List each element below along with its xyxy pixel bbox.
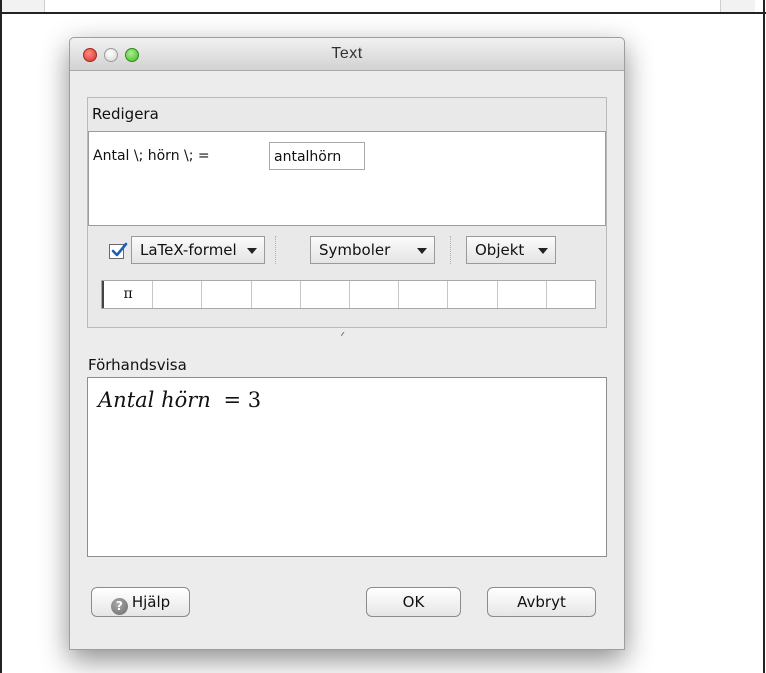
latex-formula-dropdown[interactable]: LaTeX-formel	[131, 236, 265, 264]
latex-formula-dropdown-label: LaTeX-formel	[140, 241, 237, 259]
preview-equals-value: = 3	[223, 388, 262, 412]
symbol-cell[interactable]: π	[102, 281, 154, 308]
symbol-cell[interactable]	[301, 281, 351, 308]
ok-button[interactable]: OK	[366, 587, 461, 617]
background-window-strip	[0, 0, 766, 14]
background-control-left	[0, 0, 45, 12]
checkmark-icon	[111, 242, 128, 257]
frame-line-left	[0, 0, 2, 673]
frame-line-right	[763, 0, 765, 673]
preview-rendered-formula: Antal hörn = 3	[98, 388, 261, 412]
edit-panel: Redigera Antal \; hörn \; = antalhörn La…	[87, 97, 607, 328]
symbol-cell[interactable]	[202, 281, 252, 308]
symbols-dropdown[interactable]: Symboler	[310, 236, 435, 264]
latex-checkbox[interactable]	[109, 242, 128, 259]
ok-button-label: OK	[402, 593, 425, 611]
edit-content-text: Antal \; hörn \; =	[93, 148, 210, 164]
split-pane-handle-icon[interactable]	[341, 332, 346, 337]
text-dialog: Text Redigera Antal \; hörn \; = antalhö…	[69, 37, 625, 650]
symbol-cell[interactable]	[252, 281, 301, 308]
chevron-down-icon	[247, 248, 257, 254]
edit-section-label: Redigera	[92, 105, 159, 123]
symbol-cell[interactable]	[350, 281, 400, 308]
toolbar-separator	[450, 236, 451, 264]
symbol-cell[interactable]	[153, 281, 203, 308]
embedded-object-box[interactable]: antalhörn	[269, 142, 365, 170]
dialog-title: Text	[331, 45, 363, 62]
symbol-quick-row: π	[101, 280, 596, 309]
help-button[interactable]: ? Hjälp	[91, 587, 190, 617]
toolbar-separator	[275, 236, 276, 264]
preview-area: Antal hörn = 3	[87, 377, 607, 557]
objects-dropdown[interactable]: Objekt	[466, 236, 556, 264]
symbol-cell[interactable]	[448, 281, 498, 308]
background-control-right	[720, 0, 755, 12]
chevron-down-icon	[417, 248, 427, 254]
symbol-cell[interactable]	[399, 281, 449, 308]
symbol-cell[interactable]	[547, 281, 595, 308]
preview-section-label: Förhandsvisa	[88, 356, 187, 374]
objects-dropdown-label: Objekt	[475, 241, 525, 259]
help-button-label: Hjälp	[131, 593, 171, 611]
chevron-down-icon	[538, 248, 548, 254]
frame-line-top	[0, 12, 766, 14]
cancel-button-label: Avbryt	[517, 593, 566, 611]
edit-text-area[interactable]: Antal \; hörn \; = antalhörn	[88, 131, 606, 226]
symbol-cell[interactable]	[498, 281, 547, 308]
cancel-button[interactable]: Avbryt	[487, 587, 596, 617]
symbols-dropdown-label: Symboler	[319, 241, 391, 259]
preview-word-antal: Antal	[98, 388, 155, 412]
title-bar: Text	[70, 38, 624, 71]
question-mark-icon: ?	[110, 598, 128, 615]
preview-word-horn: hörn	[161, 388, 211, 412]
